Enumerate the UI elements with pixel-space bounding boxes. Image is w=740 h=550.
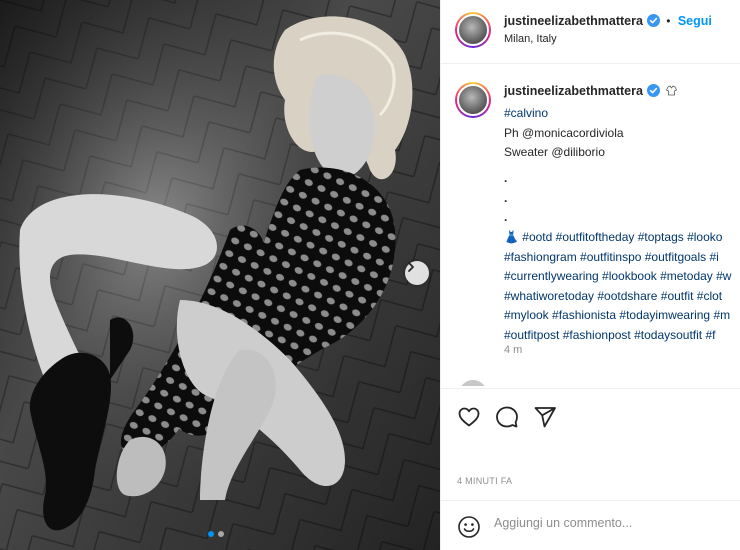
caption-line-6: . (504, 210, 508, 225)
carousel-indicator (208, 531, 224, 537)
header-separator: • (666, 14, 671, 28)
author-avatar[interactable] (455, 12, 491, 48)
caption-author-row: justineelizabethmattera (504, 84, 678, 98)
heart-icon[interactable] (457, 405, 481, 429)
follow-button[interactable]: Segui (678, 14, 712, 28)
caption-line-11[interactable]: #mylook #fashionista #todayimwearing #m (504, 306, 740, 326)
caption-text: #calvino Ph @monicacordiviola Sweater @d… (504, 104, 740, 346)
caption-line-2: Ph @monicacordiviola (504, 125, 624, 140)
comment-preview (459, 376, 740, 386)
post-actions: 4 MINUTI FA (441, 388, 740, 500)
carousel-dot-2[interactable] (218, 531, 224, 537)
comment-input[interactable] (494, 516, 694, 530)
caption-author-avatar[interactable] (455, 82, 491, 118)
caption-line-4: . (504, 170, 508, 185)
chevron-right-icon (408, 262, 414, 272)
caption-line-5: . (504, 190, 508, 205)
carousel-next-button[interactable] (405, 261, 429, 285)
caption-area: justineelizabethmattera #calvino Ph @mon… (441, 64, 740, 377)
header-author-row: justineelizabethmattera • Segui (504, 14, 712, 28)
caption-line-1[interactable]: #calvino (504, 104, 740, 124)
sweater-emoji-icon (666, 85, 678, 96)
post-location[interactable]: Milan, Italy (504, 33, 557, 45)
paper-plane-icon[interactable] (533, 405, 557, 429)
verified-badge-icon (646, 14, 660, 27)
comment-icon[interactable] (495, 405, 519, 429)
instagram-post-modal: justineelizabethmattera • Segui Milan, I… (0, 0, 740, 550)
author-username[interactable]: justineelizabethmattera (504, 14, 643, 28)
post-photo[interactable] (0, 0, 440, 550)
caption-age[interactable]: 4 m (504, 344, 522, 356)
smiley-icon[interactable] (457, 515, 481, 539)
post-header: justineelizabethmattera • Segui Milan, I… (441, 0, 740, 64)
post-sidebar: justineelizabethmattera • Segui Milan, I… (440, 0, 740, 550)
caption-line-12[interactable]: #outfitpost #fashionpost #todaysoutfit #… (504, 326, 740, 346)
caption-line-9[interactable]: #currentlywearing #lookbook #metoday #w (504, 267, 740, 287)
verified-badge-icon (646, 84, 660, 97)
caption-line-8[interactable]: #fashiongram #outfitinspo #outfitgoals #… (504, 248, 740, 268)
carousel-dot-1[interactable] (208, 531, 214, 537)
caption-line-3: Sweater @diliborio (504, 145, 605, 160)
caption-author-username[interactable]: justineelizabethmattera (504, 84, 643, 98)
posted-time[interactable]: 4 MINUTI FA (457, 476, 512, 486)
photo-illustration (0, 0, 440, 550)
commenter-avatar[interactable] (459, 380, 487, 386)
caption-line-7[interactable]: 👗 #ootd #outfitoftheday #toptags #looko (504, 228, 740, 248)
caption-line-10[interactable]: #whatiworetoday #ootdshare #outfit #clot (504, 287, 740, 307)
comment-bar (441, 500, 740, 550)
